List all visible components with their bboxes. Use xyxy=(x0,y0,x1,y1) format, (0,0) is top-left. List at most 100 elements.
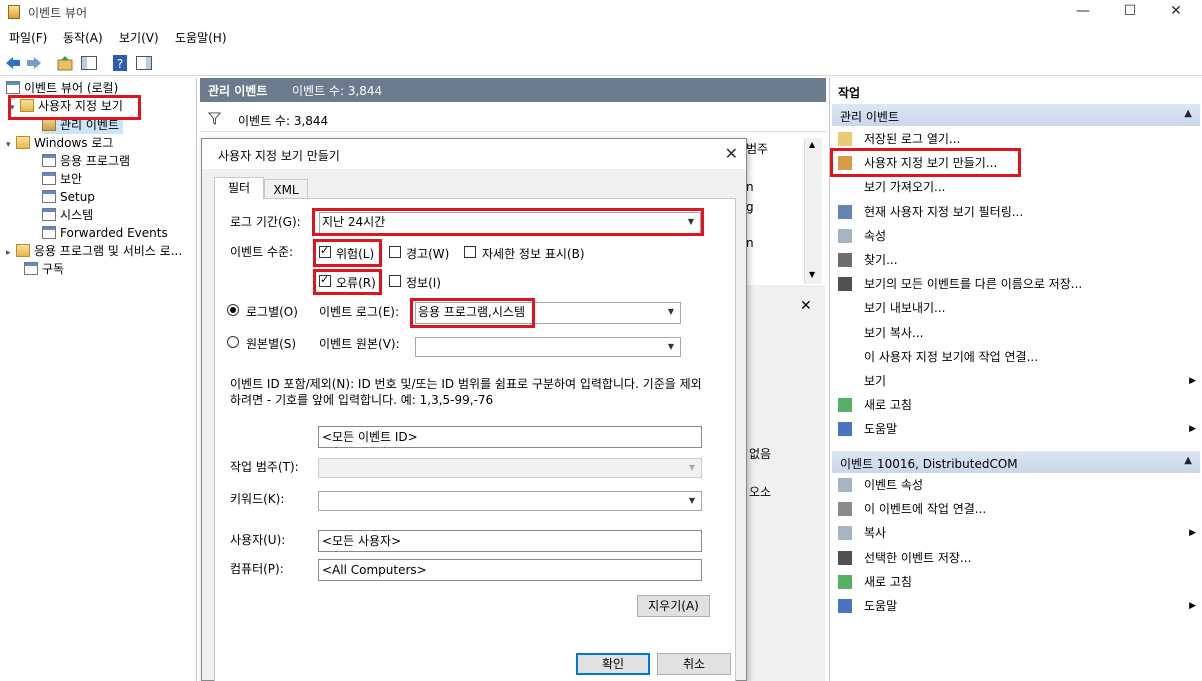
menu-help[interactable]: 도움말(H) xyxy=(175,29,227,46)
log-icon xyxy=(42,172,56,185)
tree-item-label: Setup xyxy=(60,190,95,204)
show-hide-tree-icon[interactable] xyxy=(80,54,98,72)
event-source-select[interactable]: ▼ xyxy=(415,337,681,357)
action-item[interactable]: 보기의 모든 이벤트를 다른 이름으로 저장... xyxy=(834,273,1194,295)
tab-xml[interactable]: XML xyxy=(264,179,308,199)
close-preview-icon[interactable]: ✕ xyxy=(800,298,812,314)
action-item[interactable]: 새로 고침 xyxy=(834,571,1194,593)
action-label: 새로 고침 xyxy=(864,574,912,589)
forward-arrow-icon[interactable] xyxy=(25,54,43,72)
tab-filter[interactable]: 필터 xyxy=(214,177,264,199)
computer-input[interactable]: <All Computers> xyxy=(318,559,702,581)
menu-view[interactable]: 보기(V) xyxy=(119,29,159,46)
log-period-select[interactable]: 지난 24시간 ▼ xyxy=(319,212,701,234)
collapse-triangle-icon[interactable]: ▲ xyxy=(1184,108,1192,119)
tree-item-apps-services[interactable]: ▸ 응용 프로그램 및 서비스 로... xyxy=(6,243,182,260)
ok-button[interactable]: 확인 xyxy=(576,653,650,675)
tree-item-custom-views[interactable]: ▾ 사용자 지정 보기 xyxy=(10,98,123,115)
tree-item-subscriptions[interactable]: 구독 xyxy=(24,261,64,278)
chevron-down-icon[interactable]: ▼ xyxy=(682,213,700,231)
by-log-radio[interactable] xyxy=(227,304,239,316)
tree-item-application[interactable]: 응용 프로그램 xyxy=(42,153,130,170)
chevron-down-icon: ▼ xyxy=(688,463,696,472)
actions-section-admin-events[interactable]: 관리 이벤트 ▲ xyxy=(832,104,1200,126)
chevron-down-icon[interactable]: ▼ xyxy=(662,303,680,321)
chevron-down-icon[interactable]: ▼ xyxy=(683,492,701,510)
collapse-triangle-icon[interactable]: ▲ xyxy=(1184,455,1192,466)
expand-arrow-icon[interactable]: ▸ xyxy=(6,245,16,262)
toolbar: ? xyxy=(0,50,1202,76)
critical-checkbox[interactable] xyxy=(319,244,331,258)
create-custom-view-dialog: 사용자 지정 보기 만들기 ✕ 필터 XML 로그 기간(G): 지난 24시간… xyxy=(201,138,747,681)
chevron-down-icon[interactable]: ▼ xyxy=(662,338,680,356)
action-item[interactable]: 보기 복사... xyxy=(834,322,1194,344)
action-item[interactable]: 보기 ▶ xyxy=(834,370,1196,392)
task-category-select[interactable]: ▼ xyxy=(318,458,702,478)
cancel-button[interactable]: 취소 xyxy=(657,653,731,675)
log-icon xyxy=(42,208,56,221)
clear-button[interactable]: 지우기(A) xyxy=(637,595,710,617)
keywords-label: 키워드(K): xyxy=(230,492,285,506)
filter-panel: 로그 기간(G): 지난 24시간 ▼ 이벤트 수준: 위험(L) 경고(W) 자… xyxy=(214,198,736,681)
menu-bar: 파일(F) 동작(A) 보기(V) 도움말(H) xyxy=(0,27,1202,47)
actions-section-event[interactable]: 이벤트 10016, DistributedCOM ▲ xyxy=(832,451,1200,473)
action-item[interactable]: 보기 가져오기... xyxy=(834,176,1194,198)
action-label: 저장된 로그 열기... xyxy=(864,132,961,146)
action-item[interactable]: 보기 내보내기... xyxy=(834,297,1194,319)
action-label: 이벤트 속성 xyxy=(864,478,924,492)
menu-file[interactable]: 파일(F) xyxy=(9,29,47,46)
tree-item-windows-logs[interactable]: ▾ Windows 로그 xyxy=(6,135,113,152)
scroll-down-arrow-icon[interactable]: ▼ xyxy=(809,270,815,279)
tree-item-forwarded-events[interactable]: Forwarded Events xyxy=(42,225,168,242)
action-item[interactable]: 도움말 ▶ xyxy=(834,418,1196,440)
verbose-checkbox[interactable] xyxy=(464,246,476,258)
action-item[interactable]: 이 사용자 지정 보기에 작업 연결... xyxy=(834,346,1194,368)
tree-item-setup[interactable]: Setup xyxy=(42,189,95,206)
tree-item-admin-events[interactable]: 관리 이벤트 xyxy=(42,117,124,134)
action-item[interactable]: 이벤트 속성 xyxy=(834,474,1194,496)
tree-item-system[interactable]: 시스템 xyxy=(42,207,93,224)
action-item[interactable]: 찾기... xyxy=(834,249,1194,271)
info-checkbox[interactable] xyxy=(389,275,401,287)
up-folder-icon[interactable] xyxy=(56,54,74,72)
event-list-scrollbar[interactable]: ▲ ▼ xyxy=(804,138,822,284)
action-item[interactable]: 저장된 로그 열기... xyxy=(834,128,1194,150)
computer-label: 컴퓨터(P): xyxy=(230,562,284,576)
action-item[interactable]: 이 이벤트에 작업 연결... xyxy=(834,498,1194,520)
cell-fragment: g xyxy=(746,200,754,214)
minimize-button[interactable]: — xyxy=(1060,0,1106,24)
scroll-up-arrow-icon[interactable]: ▲ xyxy=(809,140,815,149)
action-item[interactable]: 사용자 지정 보기 만들기... xyxy=(834,152,1194,174)
action-item[interactable]: 현재 사용자 지정 보기 필터링... xyxy=(834,201,1194,223)
refresh-icon xyxy=(838,574,852,589)
error-checkbox[interactable] xyxy=(319,273,331,287)
menu-action[interactable]: 동작(A) xyxy=(63,29,103,46)
find-binoculars-icon xyxy=(838,253,852,267)
event-logs-select[interactable]: 응용 프로그램,시스템 ▼ xyxy=(415,302,681,324)
back-arrow-icon[interactable] xyxy=(4,54,22,72)
tree-item-label: Windows 로그 xyxy=(34,136,114,150)
action-item[interactable]: 선택한 이벤트 저장... xyxy=(834,547,1194,569)
folder-icon xyxy=(20,99,34,112)
action-item[interactable]: 복사 ▶ xyxy=(834,522,1196,544)
help-icon[interactable]: ? xyxy=(111,54,129,72)
warning-checkbox[interactable] xyxy=(389,246,401,258)
expand-arrow-icon[interactable]: ▾ xyxy=(10,100,20,117)
keywords-select[interactable]: ▼ xyxy=(318,491,702,511)
dialog-close-icon[interactable]: ✕ xyxy=(725,144,738,163)
show-hide-action-pane-icon[interactable] xyxy=(135,54,153,72)
action-item[interactable]: 속성 xyxy=(834,225,1194,247)
event-id-input[interactable]: <모든 이벤트 ID> xyxy=(318,426,702,448)
action-label: 찾기... xyxy=(864,253,898,267)
action-item[interactable]: 도움말 ▶ xyxy=(834,595,1196,617)
tree-item-root[interactable]: 이벤트 뷰어 (로컬) xyxy=(6,80,118,97)
action-item[interactable]: 새로 고침 xyxy=(834,394,1194,416)
action-label: 이 사용자 지정 보기에 작업 연결... xyxy=(864,349,1039,364)
collapse-arrow-icon[interactable]: ▾ xyxy=(6,137,16,154)
task-category-label: 작업 범주(T): xyxy=(230,460,299,474)
maximize-button[interactable]: ☐ xyxy=(1107,0,1153,24)
close-window-button[interactable]: ✕ xyxy=(1153,0,1199,24)
tree-item-security[interactable]: 보안 xyxy=(42,171,82,188)
by-source-radio[interactable] xyxy=(227,336,239,348)
user-input[interactable]: <모든 사용자> xyxy=(318,530,702,552)
